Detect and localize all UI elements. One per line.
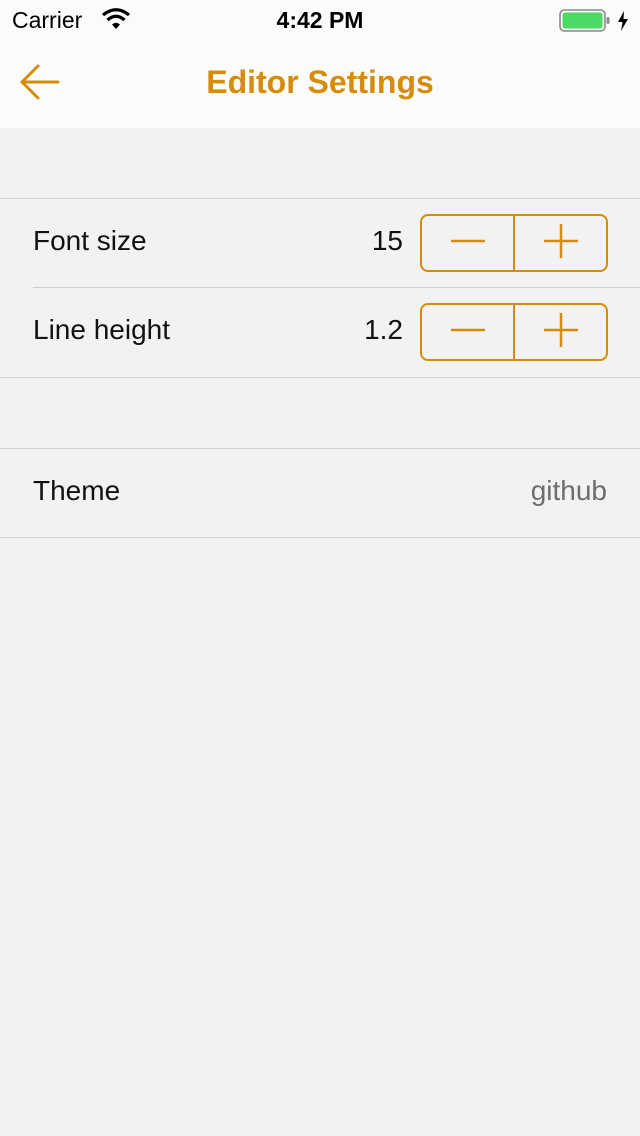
- font-size-value: 15: [371, 225, 403, 256]
- line-height-value: 1.2: [364, 314, 403, 345]
- minus-icon: [450, 312, 486, 353]
- plus-icon: [543, 312, 579, 353]
- font-size-label: Font size: [33, 225, 147, 256]
- font-size-stepper[interactable]: [420, 214, 608, 272]
- status-time: 4:42 PM: [276, 7, 364, 33]
- line-height-row: Line height 1.2: [0, 288, 640, 377]
- charging-bolt-icon: [616, 9, 630, 33]
- section-bottom-divider: [0, 537, 640, 538]
- plus-icon: [543, 223, 579, 264]
- line-height-decrement-button[interactable]: [422, 305, 513, 359]
- theme-label: Theme: [33, 475, 121, 506]
- battery-icon: [559, 9, 611, 33]
- theme-row[interactable]: Theme github: [0, 449, 640, 538]
- font-size-decrement-button[interactable]: [422, 216, 513, 270]
- font-size-row: Font size 15: [0, 199, 640, 288]
- font-size-increment-button[interactable]: [513, 216, 606, 270]
- line-height-increment-button[interactable]: [513, 305, 606, 359]
- navigation-header: Carrier 4:42 PM Editor Settings: [0, 0, 640, 128]
- minus-icon: [450, 223, 486, 264]
- line-height-label: Line height: [33, 314, 171, 345]
- line-height-stepper[interactable]: [420, 303, 608, 361]
- page-title: Editor Settings: [206, 64, 434, 100]
- theme-value: github: [530, 475, 607, 506]
- status-bar: Carrier 4:42 PM: [0, 0, 640, 40]
- section-bottom-divider: [0, 377, 640, 378]
